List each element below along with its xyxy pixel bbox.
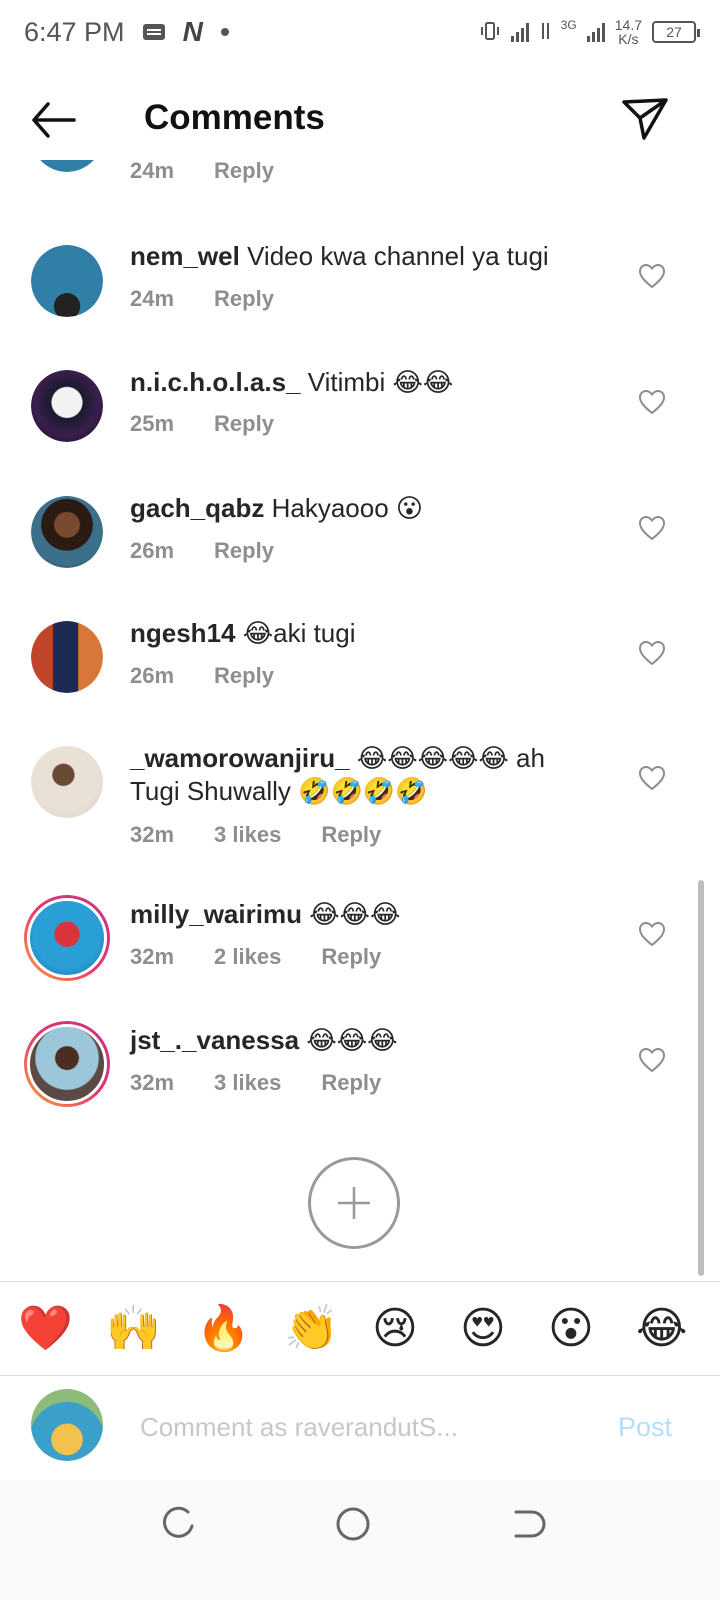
emoji-crying[interactable]: 😢 [372, 1303, 418, 1355]
send-icon [622, 98, 668, 140]
comment-likes[interactable]: 3 likes [214, 822, 281, 848]
comment-username[interactable]: _wamorowanjiru_ [130, 743, 350, 773]
comment-text: Hakyaooo 😮 [271, 493, 424, 523]
comment-username[interactable]: n.i.c.h.o.l.a.s_ [130, 367, 301, 397]
vibrate-icon [479, 20, 501, 45]
comment-item: jst_._vanessa 😂😂😂 32m 3 likes Reply [0, 1021, 720, 1134]
reply-button[interactable]: Reply [214, 538, 274, 564]
load-more-button[interactable] [308, 1157, 400, 1249]
comment-text: 😂aki tugi [242, 618, 356, 648]
heart-icon[interactable] [638, 1047, 666, 1073]
comment-time: 26m [130, 663, 175, 688]
heart-icon[interactable] [638, 765, 666, 791]
message-notification-icon [142, 24, 165, 40]
comment-item: milly_wairimu 😂😂😂 32m 2 likes Reply [0, 895, 720, 1008]
plus-icon [338, 1187, 370, 1219]
comment-time: 25m [130, 411, 175, 436]
home-icon[interactable] [333, 1504, 373, 1544]
battery-icon: 27 [652, 21, 700, 43]
share-button[interactable] [620, 94, 670, 144]
comment-input[interactable] [140, 1404, 580, 1450]
network-speed-value: 14.7 [614, 17, 642, 33]
reply-button[interactable]: Reply [214, 411, 274, 437]
quick-reaction-bar: ❤️ 🙌 🔥 👏 😢 😍 😮 😂 [0, 1283, 720, 1375]
avatar-with-story[interactable] [24, 1021, 110, 1107]
system-nav-bar [0, 1480, 720, 1600]
comment-item: ngesh14 😂aki tugi 26m Reply [0, 617, 720, 727]
avatar[interactable] [31, 370, 103, 442]
comment-text: Vitimbi 😂😂 [307, 367, 454, 397]
comment-time: 32m [130, 822, 175, 847]
reply-button[interactable]: Reply [214, 663, 274, 689]
comment-likes[interactable]: 2 likes [214, 944, 281, 970]
status-time: 6:47 PM [24, 16, 125, 47]
network-speed: 14.7 K/s [615, 18, 642, 46]
emoji-laughing[interactable]: 😂 [636, 1303, 687, 1355]
heart-icon[interactable] [638, 921, 666, 947]
post-button[interactable]: Post [618, 1412, 672, 1443]
comment-item: _wamorowanjiru_ 😂😂😂😂😂 ah Tugi Shuwally 🤣… [0, 742, 720, 882]
avatar-with-story[interactable] [24, 895, 110, 981]
comment-likes[interactable]: 3 likes [214, 1070, 281, 1096]
comment-username[interactable]: ngesh14 [130, 618, 236, 648]
signal-1-icon [510, 22, 529, 42]
comment-username[interactable]: milly_wairimu [130, 899, 302, 929]
emoji-raising-hands[interactable]: 🙌 [106, 1303, 161, 1355]
comment-text: Video kwa channel ya tugi [247, 241, 549, 271]
comment-item: n.i.c.h.o.l.a.s_ Vitimbi 😂😂 25m Reply [0, 366, 720, 476]
comment-text: 😂😂😂 [306, 1025, 398, 1055]
back-nav-icon[interactable] [508, 1504, 548, 1544]
comment-username[interactable]: nem_wel [130, 241, 240, 271]
comment-text: 😂😂😂 [309, 899, 401, 929]
back-button[interactable] [28, 98, 80, 142]
recent-apps-icon[interactable] [158, 1504, 198, 1544]
divider [0, 1281, 720, 1282]
comment-item: gach_qabz Hakyaooo 😮 26m Reply [0, 492, 720, 602]
emoji-surprised[interactable]: 😮 [548, 1303, 594, 1355]
comment-time: 32m [130, 1070, 175, 1095]
back-arrow-icon [32, 102, 76, 138]
reply-button[interactable]: Reply [321, 1070, 381, 1096]
signal-2-icon [586, 22, 605, 42]
comment-time: 32m [130, 944, 175, 969]
heart-icon[interactable] [638, 515, 666, 541]
emoji-fire[interactable]: 🔥 [196, 1303, 251, 1355]
comment-list[interactable]: 24m Reply nem_wel Video kwa channel ya t… [0, 160, 720, 1280]
emoji-clapping[interactable]: 👏 [284, 1303, 339, 1355]
heart-icon[interactable] [638, 640, 666, 666]
emoji-heart-eyes[interactable]: 😍 [460, 1303, 506, 1355]
header: Comments [0, 80, 720, 160]
comment-time: 26m [130, 538, 175, 563]
avatar[interactable] [31, 621, 103, 693]
reply-button[interactable]: Reply [214, 286, 274, 312]
battery-level: 27 [666, 24, 682, 40]
scrollbar[interactable] [698, 880, 704, 1276]
avatar[interactable] [31, 160, 103, 172]
network-type: 3G [560, 18, 577, 32]
page-title: Comments [144, 98, 325, 137]
data-transfer-icon [539, 21, 551, 44]
current-user-avatar [31, 1389, 103, 1461]
comment-username[interactable]: gach_qabz [130, 493, 264, 523]
comment-time: 24m [130, 160, 175, 183]
status-bar: 6:47 PM N 3G 14.7 K/s 27 [0, 0, 720, 64]
reply-button[interactable]: Reply [214, 160, 274, 184]
network-speed-unit: K/s [618, 31, 639, 47]
comment-item: 24m Reply [0, 160, 720, 200]
emoji-heart[interactable]: ❤️ [18, 1303, 73, 1355]
heart-icon[interactable] [638, 389, 666, 415]
avatar[interactable] [31, 496, 103, 568]
more-notifications-icon [220, 28, 229, 36]
avatar[interactable] [31, 746, 103, 818]
comment-username[interactable]: jst_._vanessa [130, 1025, 299, 1055]
avatar[interactable] [31, 245, 103, 317]
comment-composer: Post [0, 1376, 720, 1480]
reply-button[interactable]: Reply [321, 944, 381, 970]
heart-icon[interactable] [638, 263, 666, 289]
comment-time: 24m [130, 286, 175, 311]
news-app-icon: N [182, 16, 203, 47]
comment-item: nem_wel Video kwa channel ya tugi 24m Re… [0, 240, 720, 350]
reply-button[interactable]: Reply [321, 822, 381, 848]
